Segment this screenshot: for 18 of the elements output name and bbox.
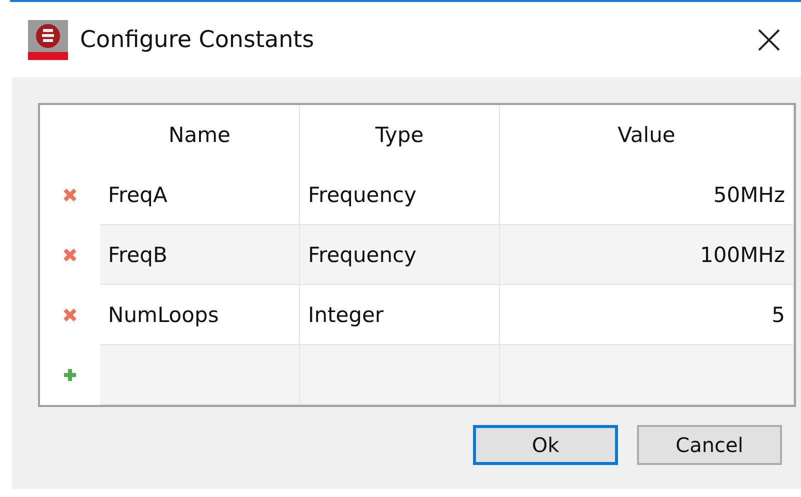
dialog-button[interactable]: Cancel bbox=[637, 425, 782, 465]
table-cell[interactable] bbox=[300, 345, 500, 405]
close-icon[interactable] bbox=[757, 28, 781, 52]
table-cell[interactable] bbox=[100, 345, 300, 405]
table-cell[interactable]: 100MHz bbox=[500, 225, 794, 285]
delete-icon[interactable] bbox=[63, 248, 77, 262]
column-header[interactable]: Type bbox=[300, 105, 500, 165]
window-title: Configure Constants bbox=[80, 26, 316, 52]
delete-icon[interactable] bbox=[63, 188, 77, 202]
table-cell[interactable]: FreqB bbox=[100, 225, 300, 285]
table-cell[interactable] bbox=[500, 345, 794, 405]
column-header[interactable]: Name bbox=[100, 105, 300, 165]
table-cell[interactable]: Frequency bbox=[300, 225, 500, 285]
dialog-button[interactable]: Ok bbox=[473, 425, 618, 465]
delete-icon[interactable] bbox=[63, 308, 77, 322]
app-icon bbox=[28, 20, 68, 60]
column-header[interactable]: Value bbox=[500, 105, 794, 165]
add-icon[interactable] bbox=[63, 368, 77, 382]
